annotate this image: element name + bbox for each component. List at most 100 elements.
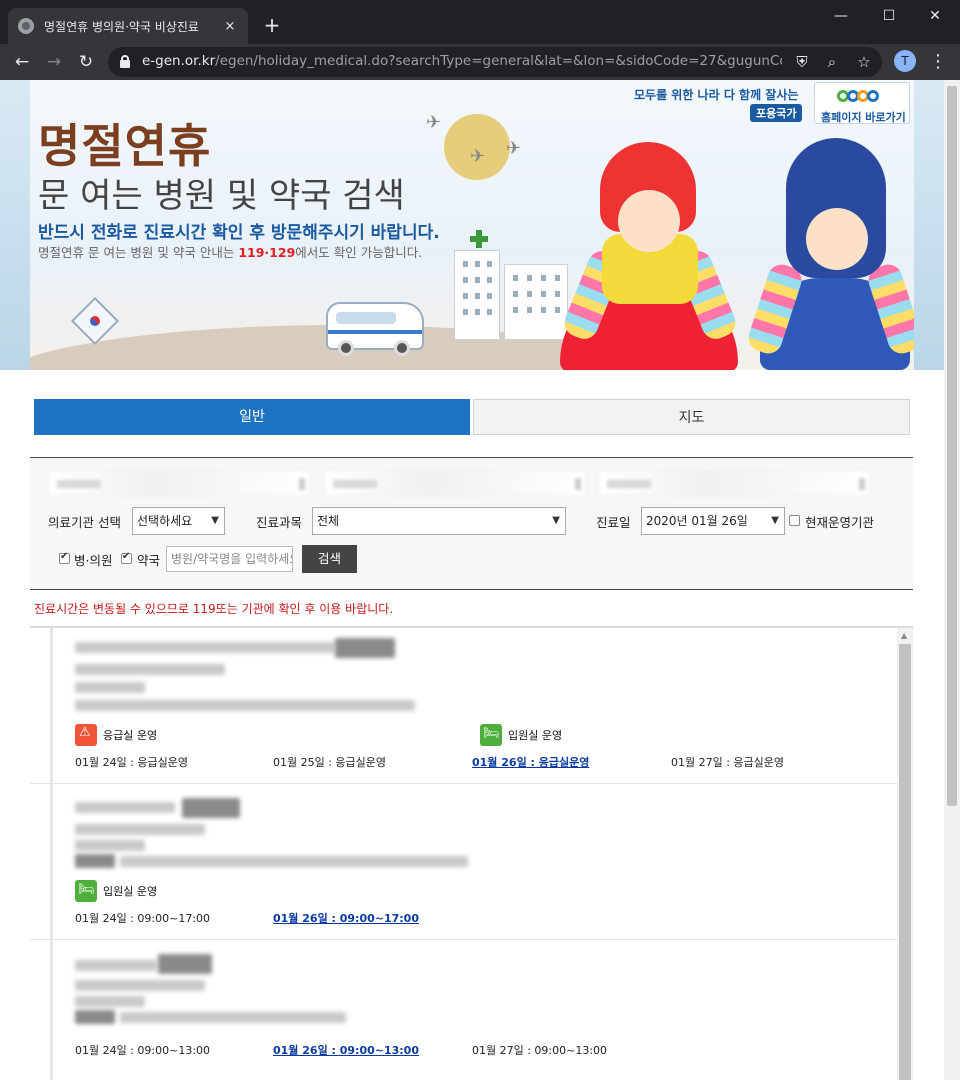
er-service-badge: 응급실 운영 bbox=[75, 724, 157, 746]
dropdown-arrow-icon: ▼ bbox=[211, 515, 219, 526]
day-schedule-today[interactable]: 01월 26일 : 09:00~17:00 bbox=[273, 910, 419, 926]
kite-illustration bbox=[70, 296, 120, 346]
day-schedule: 01월 25일 : 응급실운영 bbox=[273, 756, 387, 769]
institution-select[interactable]: 선택하세요 ▼ bbox=[132, 507, 225, 535]
view-tabs: 일반 지도 bbox=[34, 399, 910, 435]
hospital-cross-icon bbox=[470, 230, 488, 248]
keyword-input[interactable]: 병원/약국명을 입력하세요 bbox=[166, 546, 293, 572]
globe-icon bbox=[18, 18, 34, 34]
tab-map[interactable]: 지도 bbox=[473, 399, 910, 435]
department-label: 진료과목 bbox=[256, 515, 303, 530]
emergency-icon bbox=[75, 724, 97, 746]
blurred-tag bbox=[182, 798, 240, 818]
banner-subtitle: 문 여는 병원 및 약국 검색 bbox=[38, 176, 405, 216]
result-item[interactable]: 입원실 운영 01월 24일 : 09:00~17:00 01월 26일 : 0… bbox=[30, 784, 897, 940]
reload-button[interactable]: ↻ bbox=[74, 50, 98, 74]
bed-icon bbox=[480, 724, 502, 746]
zoom-icon[interactable]: ⌕ bbox=[822, 52, 842, 72]
banner-badge: 포용국가 bbox=[750, 104, 803, 122]
holiday-banner: ✈ ✈ ✈ 명절연휴 문 여는 병원 및 약국 검색 반드시 전화로 진료시간 … bbox=[30, 80, 914, 370]
operating-now-checkbox[interactable] bbox=[789, 515, 800, 526]
district-select-blurred[interactable] bbox=[324, 470, 586, 496]
menu-icon[interactable]: ⋮ bbox=[928, 50, 948, 74]
results-list: 응급실 운영 입원실 운영 01월 24일 : 응급실운영 01월 25일 : … bbox=[30, 626, 913, 1080]
browser-tab[interactable]: 명절연휴 병의원·약국 비상진료 × bbox=[8, 8, 248, 44]
results-scrollbar[interactable]: ▲ bbox=[897, 628, 913, 1080]
profile-avatar[interactable]: T bbox=[894, 50, 916, 72]
egen-logo-icon bbox=[837, 87, 889, 105]
hospital-building bbox=[504, 264, 568, 340]
blurred-info bbox=[75, 700, 415, 711]
institution-label: 의료기관 선택 bbox=[48, 515, 121, 530]
blurred-address bbox=[75, 980, 205, 991]
day-schedule-today[interactable]: 01월 26일 : 응급실운영 bbox=[472, 754, 589, 770]
results-scroll-thumb[interactable] bbox=[899, 644, 911, 1080]
day-schedule-today[interactable]: 01월 26일 : 09:00~13:00 bbox=[273, 1042, 419, 1058]
date-label: 진료일 bbox=[596, 515, 631, 530]
blurred-address bbox=[75, 824, 205, 835]
page-scrollbar[interactable] bbox=[944, 80, 960, 1080]
blurred-tag bbox=[158, 954, 212, 974]
crane-icon: ✈ bbox=[506, 138, 522, 159]
blurred-tag bbox=[335, 638, 395, 658]
tab-close-icon[interactable]: × bbox=[222, 19, 238, 34]
blurred-phone bbox=[75, 682, 145, 693]
ward-service-badge: 입원실 운영 bbox=[480, 724, 562, 746]
blurred-info bbox=[120, 1012, 346, 1023]
dropdown-arrow-icon: ▼ bbox=[771, 515, 779, 526]
back-button[interactable]: ← bbox=[10, 50, 34, 74]
shield-icon[interactable]: ⛨ bbox=[792, 52, 812, 72]
blurred-tag bbox=[75, 854, 115, 868]
page-scroll-thumb[interactable] bbox=[947, 86, 957, 806]
blurred-info bbox=[120, 856, 468, 867]
scroll-up-icon[interactable]: ▲ bbox=[901, 631, 907, 640]
department-select[interactable]: 전체 ▼ bbox=[312, 507, 566, 535]
ward-service-badge: 입원실 운영 bbox=[75, 880, 157, 902]
minimize-button[interactable]: — bbox=[818, 4, 864, 30]
blurred-phone bbox=[75, 840, 145, 851]
pharmacy-checkbox[interactable] bbox=[121, 551, 132, 564]
forward-button[interactable]: → bbox=[42, 50, 66, 74]
day-schedule: 01월 24일 : 09:00~17:00 bbox=[75, 912, 211, 925]
address-bar[interactable]: e-gen.or.kr/egen/holiday_medical.do?sear… bbox=[108, 47, 882, 77]
day-schedule: 01월 27일 : 09:00~13:00 bbox=[472, 1044, 608, 1057]
bed-icon bbox=[75, 880, 97, 902]
banner-title: 명절연휴 bbox=[38, 119, 212, 173]
day-schedule: 01월 24일 : 응급실운영 bbox=[75, 756, 189, 769]
banner-notice: 반드시 전화로 진료시간 확인 후 방문해주시기 바랍니다. bbox=[38, 223, 440, 243]
hospital-checkbox-label: 병·의원 bbox=[74, 553, 113, 568]
star-icon[interactable]: ☆ bbox=[854, 52, 874, 72]
homepage-link-button[interactable]: 홈페이지 바로가기 bbox=[814, 82, 910, 124]
tab-general[interactable]: 일반 bbox=[34, 399, 470, 435]
region-select-blurred[interactable] bbox=[48, 470, 310, 496]
search-form: 의료기관 선택 선택하세요 ▼ 진료과목 전체 ▼ 진료일 2020년 01월 26… bbox=[30, 457, 913, 590]
search-button[interactable]: 검색 bbox=[302, 545, 357, 573]
close-window-button[interactable]: ✕ bbox=[912, 4, 958, 30]
blurred-tag bbox=[75, 1010, 115, 1024]
blurred-name bbox=[75, 802, 175, 813]
blurred-phone bbox=[75, 996, 145, 1007]
blurred-name bbox=[75, 960, 157, 971]
date-select[interactable]: 2020년 01월 26일 ▼ bbox=[641, 507, 785, 535]
ambulance-illustration bbox=[326, 302, 424, 356]
result-item[interactable]: 응급실 운영 입원실 운영 01월 24일 : 응급실운영 01월 25일 : … bbox=[30, 628, 897, 784]
town-select-blurred[interactable] bbox=[598, 470, 870, 496]
url-text[interactable]: e-gen.or.kr/egen/holiday_medical.do?sear… bbox=[142, 53, 782, 69]
browser-toolbar: ← → ↻ e-gen.or.kr/egen/holiday_medical.d… bbox=[0, 44, 960, 80]
day-schedule: 01월 24일 : 09:00~13:00 bbox=[75, 1044, 211, 1057]
side-decoration-left bbox=[0, 80, 30, 370]
crane-icon: ✈ bbox=[426, 112, 442, 133]
maximize-button[interactable]: ☐ bbox=[866, 4, 912, 30]
hours-notice: 진료시간은 변동될 수 있으므로 119또는 기관에 확인 후 이용 바랍니다. bbox=[34, 602, 394, 616]
page-content: ✈ ✈ ✈ 명절연휴 문 여는 병원 및 약국 검색 반드시 전화로 진료시간 … bbox=[0, 80, 944, 1080]
operating-now-label: 현재운영기관 bbox=[805, 515, 875, 530]
hospital-checkbox[interactable] bbox=[59, 551, 70, 564]
result-item[interactable]: 01월 24일 : 09:00~13:00 01월 26일 : 09:00~13… bbox=[30, 940, 897, 1080]
crane-icon: ✈ bbox=[470, 146, 486, 167]
lock-icon[interactable] bbox=[120, 55, 130, 68]
blurred-address bbox=[75, 664, 225, 675]
blurred-name bbox=[75, 642, 335, 653]
homepage-link-label: 홈페이지 바로가기 bbox=[821, 111, 906, 124]
new-tab-button[interactable]: + bbox=[260, 12, 284, 38]
girl-illustration bbox=[560, 142, 740, 370]
